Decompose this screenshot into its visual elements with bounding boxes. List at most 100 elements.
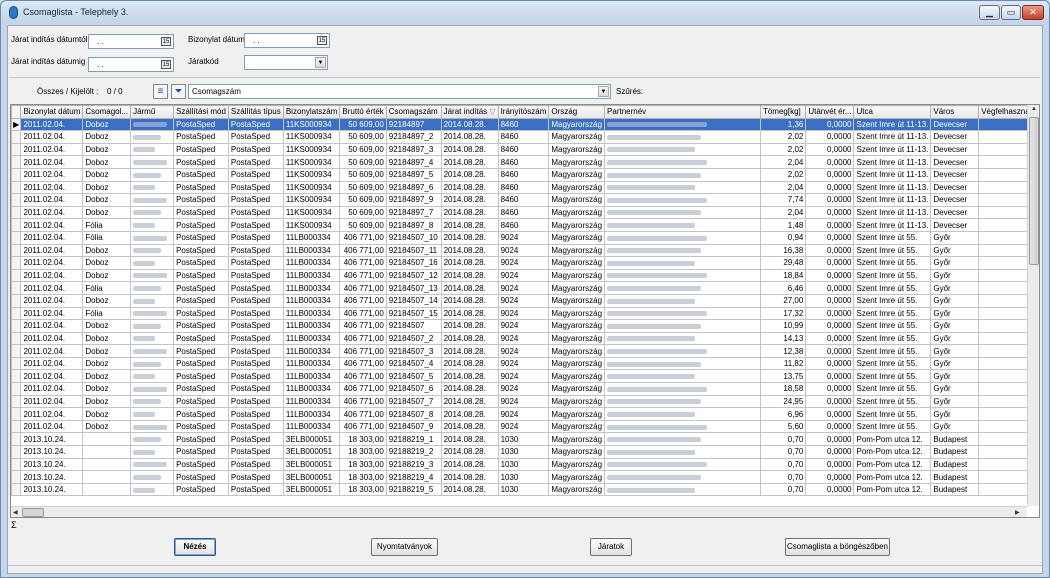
column-header[interactable]: Partnernév <box>604 105 761 119</box>
row-indicator[interactable] <box>11 356 22 371</box>
table-row[interactable]: 2013.10.24. PostaSped PostaSped 3ELB000051 1… <box>11 482 1039 497</box>
print-forms-button[interactable]: Nyomtatványok <box>371 538 438 556</box>
date-to-input[interactable]: . . 15 <box>88 57 174 72</box>
row-indicator[interactable] <box>11 382 22 396</box>
column-header[interactable]: Jármű <box>130 105 175 119</box>
column-header[interactable]: Szállítás típus <box>227 105 284 119</box>
table-row[interactable]: 2011.02.04. Doboz PostaSped PostaSped 11LB00… <box>11 369 1039 384</box>
maximize-button[interactable]: ▭ <box>1001 5 1021 20</box>
row-indicator[interactable] <box>11 205 22 220</box>
column-header[interactable]: Csomagol... <box>82 105 132 119</box>
table-row[interactable]: 2011.02.04. Fólia PostaSped PostaSped 11LB00… <box>11 230 1039 245</box>
column-header[interactable]: Szállítási mód <box>173 105 229 119</box>
row-indicator[interactable] <box>11 268 22 283</box>
scroll-left-icon[interactable]: ◀ <box>13 509 18 516</box>
table-row[interactable]: 2011.02.04. Doboz PostaSped PostaSped 11LB00… <box>11 268 1039 283</box>
table-row[interactable]: 2011.02.04. Doboz PostaSped PostaSped 11KS00… <box>11 180 1039 195</box>
calendar-icon[interactable]: 15 <box>161 60 171 69</box>
row-indicator[interactable] <box>11 256 22 270</box>
table-row[interactable]: 2013.10.24. PostaSped PostaSped 3ELB000051 1… <box>11 432 1039 447</box>
calendar-icon[interactable]: 15 <box>317 36 327 45</box>
row-indicator[interactable] <box>11 470 22 484</box>
table-row[interactable]: 2011.02.04. Doboz PostaSped PostaSped 11LB00… <box>11 407 1039 421</box>
table-row[interactable]: 2011.02.04. Doboz PostaSped PostaSped 11LB00… <box>11 243 1039 258</box>
row-indicator[interactable] <box>11 155 22 169</box>
table-row[interactable]: 2011.02.04. Doboz PostaSped PostaSped 11KS00… <box>11 142 1039 157</box>
row-indicator[interactable] <box>11 344 22 358</box>
table-row[interactable]: 2011.02.04. Doboz PostaSped PostaSped 11KS00… <box>11 193 1039 207</box>
row-indicator[interactable] <box>11 319 22 333</box>
route-code-select[interactable]: ▼ <box>244 55 328 70</box>
table-row[interactable]: 2011.02.04. Fólia PostaSped PostaSped 11KS00… <box>11 218 1039 232</box>
column-header[interactable]: Város <box>930 105 980 119</box>
table-row[interactable]: 2011.02.04. Doboz PostaSped PostaSped 11LB00… <box>11 419 1039 434</box>
table-row[interactable]: 2011.02.04. Doboz PostaSped PostaSped 11KS00… <box>11 205 1039 220</box>
filter-icon[interactable]: ⏷ <box>171 84 186 99</box>
column-header[interactable]: Bruttó érték <box>339 105 387 119</box>
row-indicator[interactable] <box>11 331 22 346</box>
table-row[interactable]: 2013.10.24. PostaSped PostaSped 3ELB000051 1… <box>11 457 1039 472</box>
date-from-input[interactable]: . . 15 <box>88 34 174 49</box>
column-header[interactable]: Járat indítás ▽ <box>440 105 499 119</box>
column-header[interactable]: Utca <box>853 105 932 119</box>
horizontal-scrollbar[interactable]: ◀ ▶ <box>11 506 1027 517</box>
table-row[interactable]: 2011.02.04. Fólia PostaSped PostaSped 11LB00… <box>11 281 1039 295</box>
row-indicator[interactable] <box>11 193 22 207</box>
table-row[interactable]: 2011.02.04. Doboz PostaSped PostaSped 11LB00… <box>11 256 1039 270</box>
table-row[interactable]: 2013.10.24. PostaSped PostaSped 3ELB000051 1… <box>11 470 1039 484</box>
doc-date-input[interactable]: . . 15 <box>244 33 330 48</box>
chevron-down-icon[interactable]: ▼ <box>598 86 609 97</box>
column-header[interactable]: Tömeg[kg] <box>759 105 807 119</box>
filter-input[interactable] <box>646 84 1040 99</box>
table-row[interactable]: 2011.02.04. Doboz PostaSped PostaSped 11KS00… <box>11 155 1039 169</box>
chevron-down-icon[interactable]: ▼ <box>315 57 326 68</box>
table-row[interactable]: 2011.02.04. Doboz PostaSped PostaSped 11LB00… <box>11 344 1039 358</box>
table-row[interactable]: 2011.02.04. Doboz PostaSped PostaSped 11LB00… <box>11 319 1039 333</box>
row-indicator[interactable] <box>11 281 22 295</box>
table-row[interactable]: 2011.02.04. Fólia PostaSped PostaSped 11LB00… <box>11 306 1039 321</box>
routes-button[interactable]: Járatok <box>590 538 632 556</box>
row-indicator[interactable] <box>11 293 22 308</box>
row-indicator[interactable] <box>11 180 22 195</box>
row-indicator[interactable] <box>11 230 22 245</box>
scroll-up-icon[interactable]: ▲ <box>1031 106 1037 112</box>
calendar-icon[interactable]: 15 <box>161 37 171 46</box>
vertical-scroll-thumb[interactable] <box>1029 117 1039 265</box>
minimize-button[interactable]: ▁ <box>979 5 1000 20</box>
row-indicator[interactable] <box>11 142 22 157</box>
column-header[interactable]: Ország <box>548 105 606 119</box>
row-indicator[interactable] <box>11 167 22 182</box>
row-indicator[interactable] <box>11 432 22 447</box>
row-indicator[interactable] <box>11 369 22 384</box>
vertical-scrollbar[interactable]: ▲ <box>1027 105 1039 506</box>
column-header[interactable]: Bizonylatszám <box>282 105 341 119</box>
row-indicator[interactable] <box>11 130 22 144</box>
row-indicator[interactable] <box>11 419 22 434</box>
row-indicator[interactable] <box>11 243 22 258</box>
table-row[interactable]: 2011.02.04. Doboz PostaSped PostaSped 11KS00… <box>11 130 1039 144</box>
column-header[interactable]: Csomagszám <box>385 105 442 119</box>
table-row[interactable]: 2013.10.24. PostaSped PostaSped 3ELB000051 1… <box>11 445 1039 459</box>
row-indicator[interactable] <box>11 407 22 421</box>
scroll-right-icon[interactable]: ▶ <box>1015 509 1020 516</box>
table-row[interactable]: 2011.02.04. Doboz PostaSped PostaSped 11KS00… <box>11 167 1039 182</box>
column-header[interactable]: Utánvét ér... <box>805 105 855 119</box>
table-row[interactable]: 2011.02.04. Doboz PostaSped PostaSped 11LB00… <box>11 394 1039 409</box>
row-indicator[interactable] <box>11 218 22 232</box>
table-row[interactable]: 2011.02.04. Doboz PostaSped PostaSped 11LB00… <box>11 356 1039 371</box>
horizontal-scroll-thumb[interactable] <box>22 508 44 517</box>
table-row[interactable]: 2011.02.04. Doboz PostaSped PostaSped 11LB00… <box>11 331 1039 346</box>
column-list-icon[interactable]: ≡ <box>153 84 168 99</box>
row-indicator[interactable] <box>11 445 22 459</box>
table-row[interactable]: 2011.02.04. Doboz PostaSped PostaSped 11LB00… <box>11 293 1039 308</box>
row-pointer-icon[interactable]: ▶ <box>11 117 22 132</box>
column-header[interactable]: Bizonylat dátum <box>20 105 84 119</box>
view-button[interactable]: Nézés <box>174 538 216 556</box>
close-button[interactable]: ✕ <box>1022 5 1044 20</box>
browser-list-button[interactable]: Csomaglista a böngészőben <box>785 538 890 556</box>
column-header[interactable]: Irányítószám <box>497 105 550 119</box>
row-indicator[interactable] <box>11 457 22 472</box>
row-indicator[interactable] <box>11 306 22 321</box>
column-selector[interactable]: Csomagszám ▼ <box>188 84 611 99</box>
row-indicator[interactable] <box>11 482 22 497</box>
